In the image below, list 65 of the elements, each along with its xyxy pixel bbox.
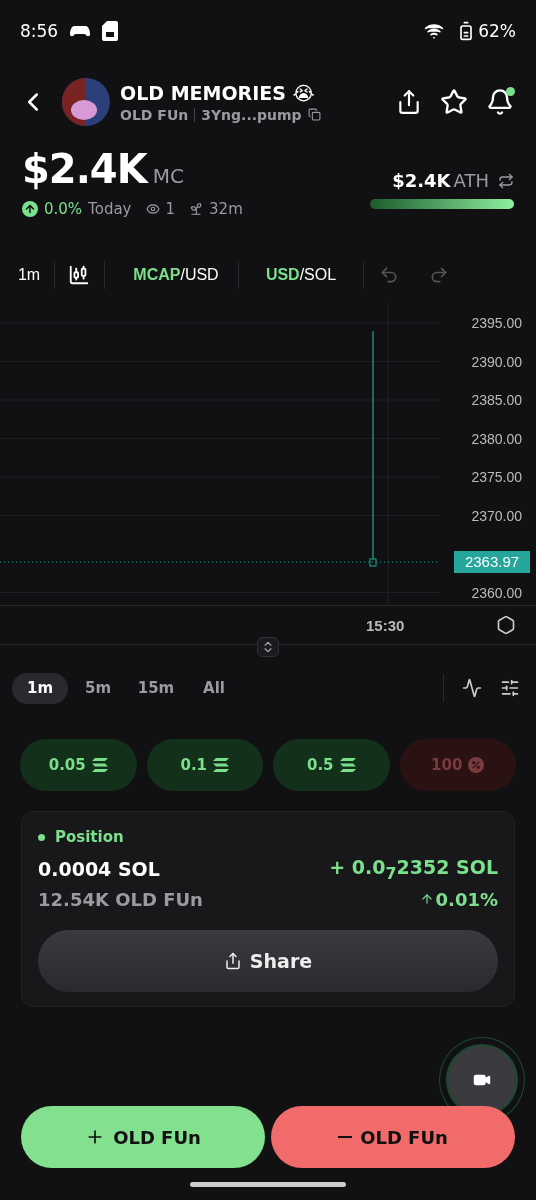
sprout-icon	[189, 202, 204, 216]
profit-amount: + 0.0$_{7}$2352 SOL	[329, 856, 498, 883]
pair-toggle[interactable]: MCAP/USD	[133, 266, 219, 284]
position-title: Position	[55, 828, 124, 846]
time-label: 15:30	[366, 616, 405, 634]
redo-icon[interactable]	[429, 265, 449, 285]
settings-icon[interactable]	[496, 615, 516, 635]
amount-button[interactable]: 0.1	[146, 739, 263, 791]
token-address: 3Yng...pump	[201, 106, 302, 123]
price-label: 2390.00	[471, 353, 522, 370]
token-age: 32m	[209, 200, 243, 218]
price-label: 2370.00	[471, 507, 522, 524]
market-cap: $2.4K	[22, 146, 147, 192]
ath-value: $2.4K	[392, 170, 451, 191]
percent-icon	[468, 757, 485, 773]
token-avatar	[62, 78, 110, 126]
swap-icon[interactable]	[498, 172, 514, 189]
ath-label: ATH	[453, 170, 489, 191]
price-label: 2385.00	[471, 392, 522, 408]
undo-icon[interactable]	[379, 265, 399, 285]
range-tab[interactable]: 15m	[128, 672, 184, 704]
interval-button[interactable]: 1m	[17, 266, 41, 284]
profit-percent: 0.01%	[435, 888, 498, 910]
price-tag: 2363.97	[454, 551, 530, 573]
amount-button[interactable]: 0.05	[20, 739, 137, 791]
game-controller-icon	[70, 23, 91, 39]
share-icon	[396, 89, 422, 115]
star-icon	[440, 88, 468, 116]
bell-icon	[486, 88, 514, 116]
range-tab[interactable]: 1m	[12, 672, 68, 704]
range-tab[interactable]: 5m	[70, 672, 126, 704]
range-tab[interactable]: All	[186, 672, 242, 704]
position-amount: 0.0004 SOL	[38, 858, 160, 881]
watcher-count: 1	[165, 200, 176, 218]
pair-toggle[interactable]: USD/SOL	[265, 266, 337, 284]
period-label: Today	[88, 200, 132, 218]
price-change: 0.0%	[44, 200, 83, 218]
token-title: OLD MEMORIES 😭	[120, 81, 316, 104]
token-balance: 12.54K OLD FUn	[38, 888, 203, 910]
share-button[interactable]: Share	[38, 929, 498, 992]
battery-percent: 62%	[478, 21, 516, 41]
clock: 8:56	[20, 21, 59, 41]
share-icon	[223, 951, 242, 970]
sim-card-icon	[102, 21, 119, 41]
sell-button[interactable]: OLD FUn	[271, 1106, 515, 1168]
solana-icon	[213, 758, 230, 772]
line-chart-icon	[462, 678, 482, 698]
status-dot	[38, 833, 45, 841]
amount-button[interactable]: 0.5	[273, 739, 390, 791]
price-label: 2375.00	[471, 469, 522, 485]
price-label: 2360.00	[471, 584, 522, 601]
buy-button[interactable]: OLD FUn	[21, 1106, 265, 1168]
token-symbol: OLD FUn	[120, 106, 189, 123]
solana-icon	[339, 758, 356, 772]
resize-handle[interactable]	[257, 637, 279, 657]
sliders-icon	[500, 678, 520, 698]
minus-icon	[338, 1136, 353, 1138]
price-label: 2380.00	[471, 430, 522, 447]
wifi-icon	[424, 21, 445, 41]
market-cap-label: MC	[152, 164, 184, 188]
price-label: 2395.00	[471, 315, 522, 331]
candlestick-icon[interactable]	[68, 264, 90, 286]
solana-icon	[91, 758, 108, 772]
copy-icon[interactable]	[307, 108, 321, 121]
eye-icon	[145, 202, 160, 216]
